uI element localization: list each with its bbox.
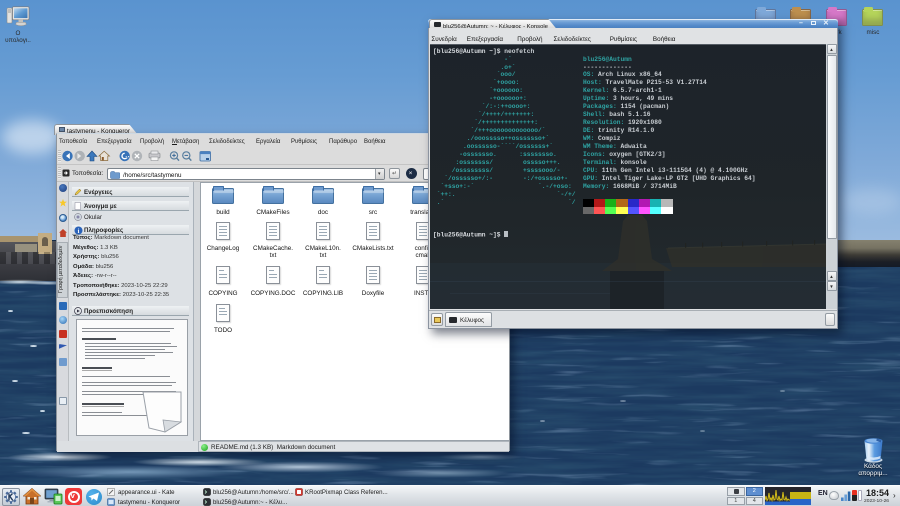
svg-text:i: i (78, 227, 80, 234)
